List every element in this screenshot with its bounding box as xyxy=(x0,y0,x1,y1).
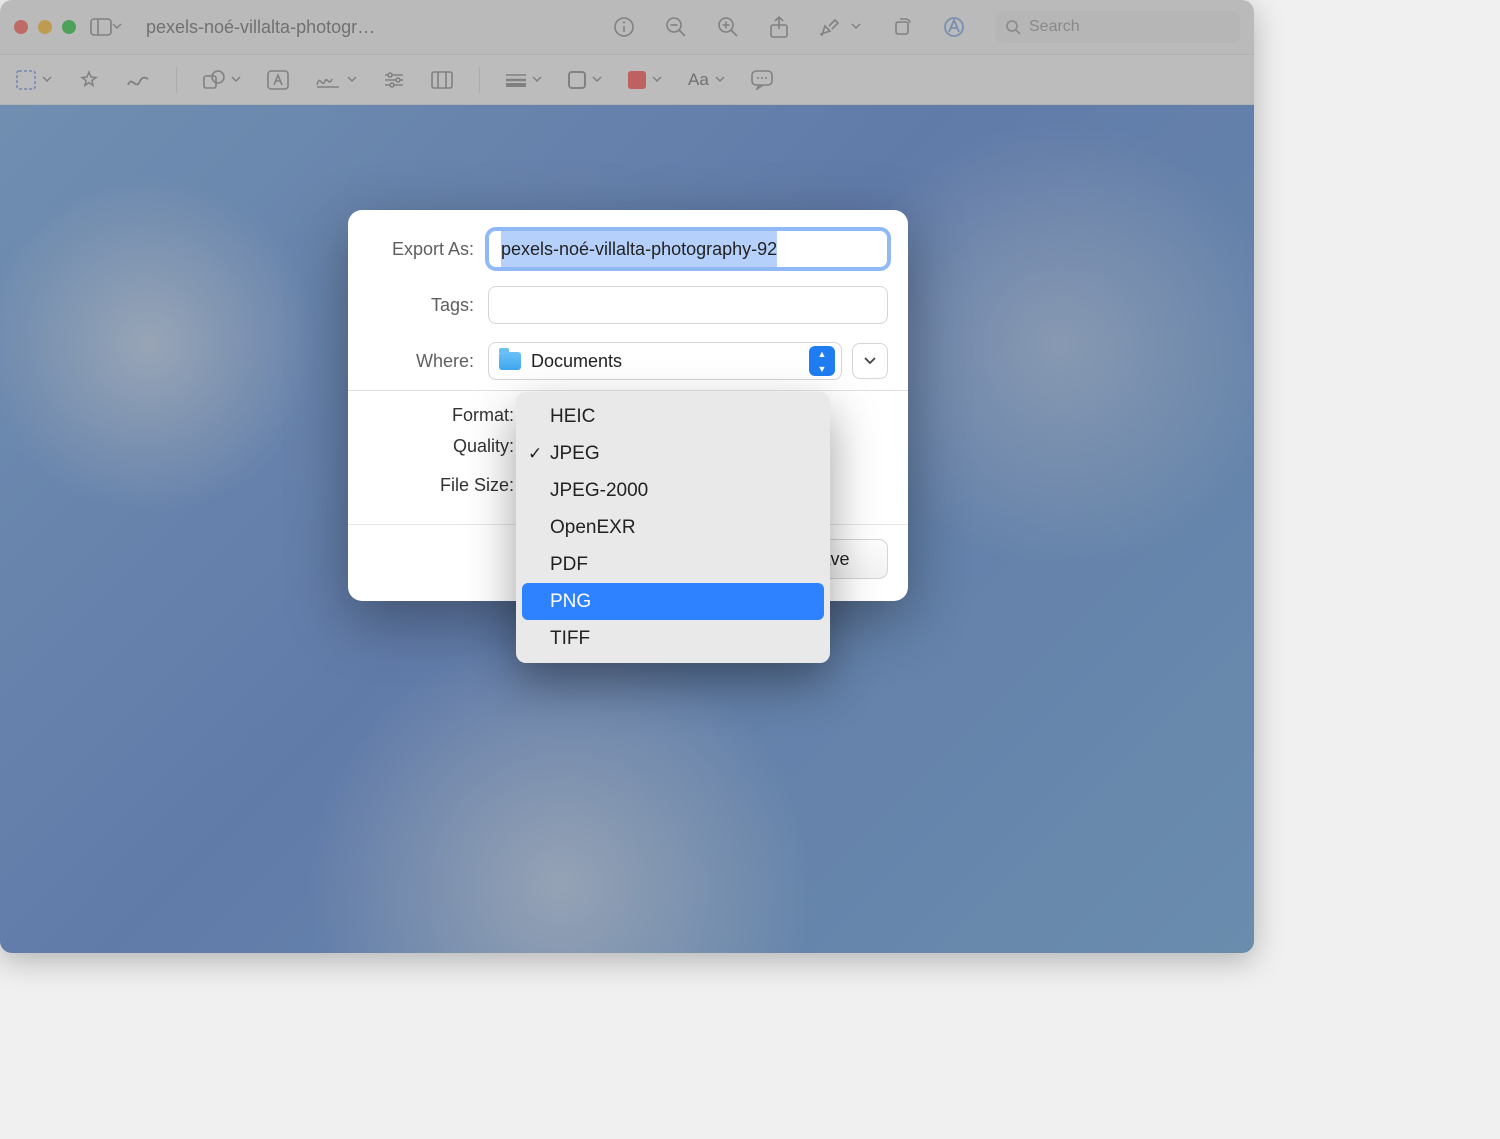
where-value: Documents xyxy=(531,351,799,372)
filename-input[interactable]: pexels-noé-villalta-photography-92 xyxy=(488,230,888,268)
expand-dialog-button[interactable] xyxy=(852,343,888,379)
tags-label: Tags: xyxy=(368,295,488,316)
dialog-divider xyxy=(348,390,908,391)
tags-input[interactable] xyxy=(488,286,888,324)
export-as-label: Export As: xyxy=(368,239,488,260)
format-menu-item[interactable]: PNG xyxy=(522,583,824,620)
format-menu-item[interactable]: TIFF xyxy=(516,620,830,657)
format-menu: HEICJPEGJPEG-2000OpenEXRPDFPNGTIFF xyxy=(516,392,830,663)
format-menu-item[interactable]: JPEG xyxy=(516,435,830,472)
filesize-label: File Size: xyxy=(368,475,528,496)
updown-icon: ▲▼ xyxy=(809,346,835,376)
where-select[interactable]: Documents ▲▼ xyxy=(488,342,842,380)
export-dialog: Export As: pexels-noé-villalta-photograp… xyxy=(348,210,908,601)
format-menu-item[interactable]: JPEG-2000 xyxy=(516,472,830,509)
format-label: Format: xyxy=(368,405,528,426)
where-label: Where: xyxy=(368,351,488,372)
folder-icon xyxy=(499,352,521,370)
format-menu-item[interactable]: PDF xyxy=(516,546,830,583)
format-menu-item[interactable]: OpenEXR xyxy=(516,509,830,546)
quality-label: Quality: xyxy=(368,436,528,457)
app-window: pexels-noé-villalta-photogr… xyxy=(0,0,1254,953)
format-menu-item[interactable]: HEIC xyxy=(516,398,830,435)
